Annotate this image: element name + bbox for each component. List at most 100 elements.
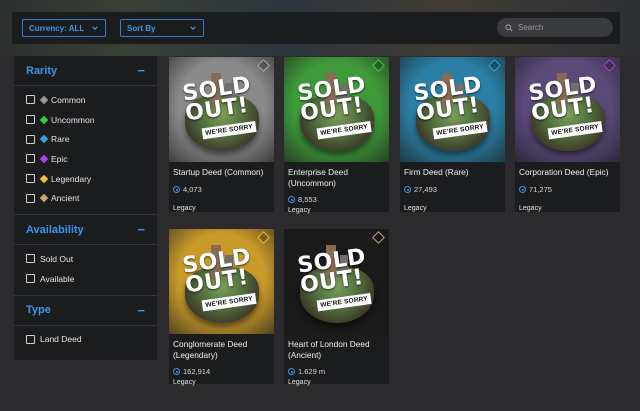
search-box[interactable] xyxy=(497,18,613,37)
deed-tag: Legacy xyxy=(173,379,196,386)
chevron-down-icon xyxy=(190,26,196,30)
currency-icon xyxy=(288,196,295,203)
deed-card[interactable]: SOLD OUT! WE'RE SORRY Enterprise Deed (Unco… xyxy=(284,57,389,214)
deed-artwork: SOLD OUT! WE'RE SORRY xyxy=(169,57,274,162)
checkbox[interactable] xyxy=(26,134,35,144)
deed-price: 8,553 xyxy=(288,195,317,204)
filter-option-label: Rare xyxy=(51,134,70,145)
deed-name: Firm Deed (Rare) xyxy=(404,167,469,177)
rarity-gem-icon xyxy=(257,59,270,72)
filter-option-label: Ancient xyxy=(51,193,80,204)
rarity-gem-icon xyxy=(39,95,49,105)
checkbox[interactable] xyxy=(26,115,35,125)
rarity-gem-icon xyxy=(39,194,49,203)
availability-section: Availability − Sold Out Available xyxy=(14,215,157,296)
filter-option[interactable]: Legendary xyxy=(14,169,157,189)
rarity-section: Rarity − Common Uncommon Rare Epic Legendary… xyxy=(14,56,157,216)
filter-option-label: Land Deed xyxy=(40,334,82,345)
filter-option-label: Legendary xyxy=(51,173,92,184)
checkbox[interactable] xyxy=(26,274,35,284)
rarity-options: Common Uncommon Rare Epic Legendary Ancient xyxy=(14,86,157,214)
deed-card[interactable]: SOLD OUT! WE'RE SORRY Firm Deed (Rare) 27,49… xyxy=(400,57,505,212)
type-title: Type xyxy=(26,304,51,316)
chevron-down-icon xyxy=(92,26,98,30)
filter-option[interactable]: Common xyxy=(14,90,157,110)
filter-option[interactable]: Sold Out xyxy=(14,249,157,269)
checkbox[interactable] xyxy=(26,95,35,105)
currency-icon xyxy=(173,368,180,375)
currency-icon xyxy=(519,186,526,193)
currency-icon xyxy=(404,186,411,193)
filter-option[interactable]: Epic xyxy=(14,149,157,169)
checkbox[interactable] xyxy=(26,334,35,344)
deed-artwork: SOLD OUT! WE'RE SORRY xyxy=(515,57,620,162)
filter-option[interactable]: Land Deed xyxy=(14,330,157,350)
deed-name: Heart of London Deed (Ancient) xyxy=(288,339,370,360)
sold-out-stamp: SOLD OUT! WE'RE SORRY xyxy=(296,72,383,143)
sort-dropdown[interactable]: Sort By xyxy=(120,19,204,37)
deed-card[interactable]: SOLD OUT! WE'RE SORRY Conglomerate Deed (Le… xyxy=(169,229,274,386)
currency-icon xyxy=(173,186,180,193)
deed-price: 4,073 xyxy=(173,185,202,194)
search-input[interactable] xyxy=(518,23,606,32)
deed-card[interactable]: SOLD OUT! WE'RE SORRY Corporation Deed (Epi… xyxy=(515,57,620,212)
deed-name: Startup Deed (Common) xyxy=(173,167,264,177)
filter-toolbar: Currency: ALL Sort By xyxy=(12,12,620,44)
filter-option[interactable]: Rare xyxy=(14,129,157,149)
filter-option-label: Uncommon xyxy=(51,114,95,125)
collapse-icon[interactable]: − xyxy=(137,303,145,318)
deed-artwork: SOLD OUT! WE'RE SORRY xyxy=(284,229,389,334)
rarity-gem-icon xyxy=(603,59,616,72)
filter-option-label: Epic xyxy=(51,153,68,164)
checkbox[interactable] xyxy=(26,193,35,203)
deed-name: Conglomerate Deed (Legendary) xyxy=(173,339,248,360)
rarity-gem-icon xyxy=(488,59,501,72)
currency-dropdown[interactable]: Currency: ALL xyxy=(22,19,106,37)
currency-icon xyxy=(288,368,295,375)
sold-out-stamp: SOLD OUT! WE'RE SORRY xyxy=(296,244,383,315)
currency-dropdown-label: Currency: ALL xyxy=(29,23,85,33)
deed-price-value: 27,493 xyxy=(414,185,437,194)
type-header[interactable]: Type − xyxy=(14,296,157,326)
deed-card[interactable]: SOLD OUT! WE'RE SORRY Heart of London Deed … xyxy=(284,229,389,386)
rarity-gem-icon xyxy=(39,134,49,144)
availability-header[interactable]: Availability − xyxy=(14,215,157,246)
sold-out-stamp: SOLD OUT! WE'RE SORRY xyxy=(181,244,268,315)
filter-option-label: Sold Out xyxy=(40,253,74,264)
rarity-header[interactable]: Rarity − xyxy=(14,56,157,86)
deed-price: 71,275 xyxy=(519,185,552,194)
deed-card[interactable]: SOLD OUT! WE'RE SORRY Startup Deed (Common)… xyxy=(169,57,274,212)
deed-tag: Legacy xyxy=(519,205,542,212)
filter-option[interactable]: Ancient xyxy=(14,188,157,208)
filter-option[interactable]: Uncommon xyxy=(14,110,157,130)
rarity-gem-icon xyxy=(372,231,385,244)
deed-artwork: SOLD OUT! WE'RE SORRY xyxy=(400,57,505,162)
sold-out-stamp: SOLD OUT! WE'RE SORRY xyxy=(412,72,499,143)
deed-name: Corporation Deed (Epic) xyxy=(519,167,609,177)
type-section: Type − Land Deed xyxy=(14,296,157,356)
sort-dropdown-label: Sort By xyxy=(127,23,156,33)
deed-tag: Legacy xyxy=(173,205,196,212)
checkbox[interactable] xyxy=(26,254,35,264)
deed-price-value: 1.629 m xyxy=(298,367,326,376)
filter-option-label: Available xyxy=(40,273,75,284)
rarity-gem-icon xyxy=(257,231,270,244)
collapse-icon[interactable]: − xyxy=(137,63,145,78)
rarity-title: Rarity xyxy=(26,64,58,77)
search-icon xyxy=(505,23,513,32)
deed-price: 27,493 xyxy=(404,185,437,194)
filter-option-label: Common xyxy=(51,94,86,105)
deed-artwork: SOLD OUT! WE'RE SORRY xyxy=(284,57,389,162)
rarity-gem-icon xyxy=(372,59,385,72)
collapse-icon[interactable]: − xyxy=(137,222,145,237)
filter-sidebar: Rarity − Common Uncommon Rare Epic Legendary… xyxy=(14,56,157,360)
deed-price: 1.629 m xyxy=(288,367,325,376)
deed-price-value: 8,553 xyxy=(298,195,317,204)
rarity-gem-icon xyxy=(39,174,49,183)
filter-option[interactable]: Available xyxy=(14,269,157,289)
deed-tag: Legacy xyxy=(404,205,427,212)
deed-price: 162,914 xyxy=(173,367,210,376)
checkbox[interactable] xyxy=(26,154,35,164)
sold-out-stamp: SOLD OUT! WE'RE SORRY xyxy=(527,72,614,143)
checkbox[interactable] xyxy=(26,174,35,184)
